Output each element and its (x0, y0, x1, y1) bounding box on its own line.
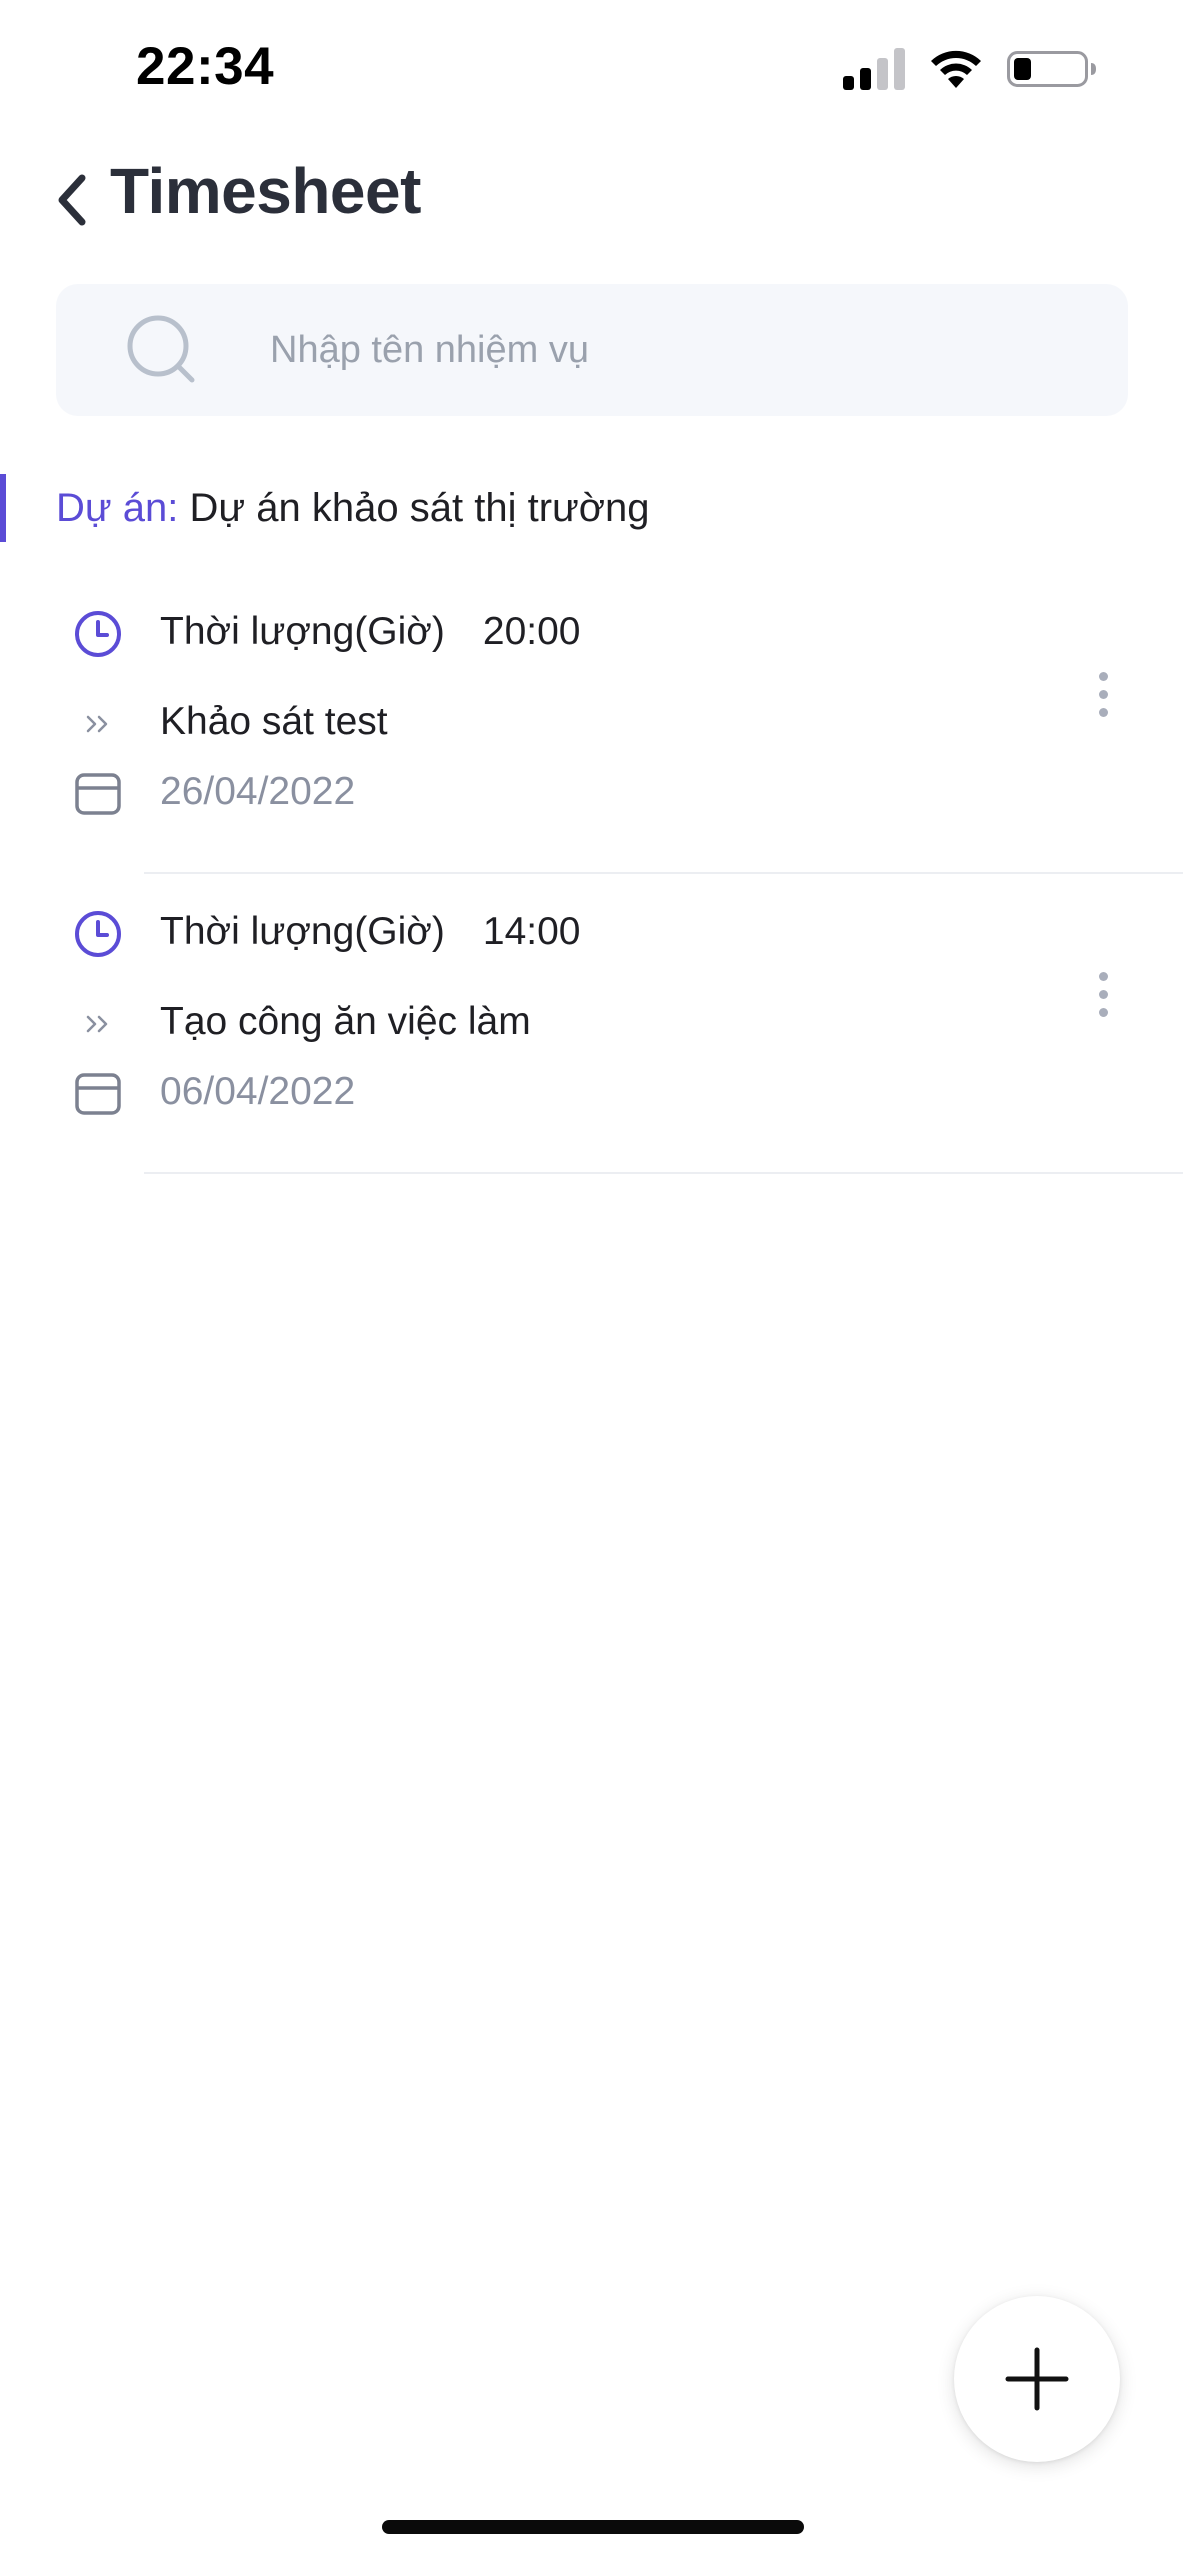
double-chevron-right-icon (72, 998, 124, 1050)
project-name: Dự án khảo sát thị trường (189, 486, 650, 530)
task-name: Khảo sát test (160, 700, 388, 743)
search-box (56, 284, 1128, 416)
status-bar: 22:34 (0, 0, 1183, 140)
clock-icon (72, 608, 124, 660)
double-chevron-right-icon (72, 698, 124, 750)
duration-value: 20:00 (482, 610, 581, 653)
entry-date: 26/04/2022 (160, 770, 356, 813)
plus-icon (1005, 2347, 1069, 2411)
clock-icon (72, 908, 124, 960)
divider (144, 1172, 1183, 1174)
battery-icon (1007, 51, 1096, 87)
entry-task-row: Tạo công ăn việc làm (0, 992, 1000, 1052)
timesheet-list: Thời lượng(Giờ) 20:00 Khảo sát test 26/04… (0, 574, 1183, 1174)
status-time: 22:34 (136, 37, 275, 96)
more-options-button[interactable] (1083, 644, 1123, 744)
timesheet-entry[interactable]: Thời lượng(Giờ) 14:00 Tạo công ăn việc là… (0, 874, 1183, 1174)
timesheet-entry[interactable]: Thời lượng(Giờ) 20:00 Khảo sát test 26/04… (0, 574, 1183, 874)
entry-duration-row: Thời lượng(Giờ) 14:00 (0, 902, 1000, 962)
cellular-signal-icon (843, 48, 905, 90)
back-button[interactable] (44, 162, 100, 238)
home-indicator (382, 2520, 804, 2534)
entry-task-row: Khảo sát test (0, 692, 1000, 752)
more-vertical-icon (1098, 671, 1108, 681)
chevron-left-icon (58, 174, 86, 226)
search-input[interactable] (270, 284, 1090, 416)
project-label: Dự án: (56, 486, 179, 530)
entry-duration-row: Thời lượng(Giờ) 20:00 (0, 602, 1000, 662)
duration-label: Thời lượng(Giờ) (160, 610, 445, 653)
duration-label: Thời lượng(Giờ) (160, 910, 445, 953)
entry-date: 06/04/2022 (160, 1070, 356, 1113)
wifi-icon (931, 50, 981, 88)
task-name: Tạo công ăn việc làm (160, 1000, 531, 1043)
page-title: Timesheet (110, 155, 421, 227)
project-text: Dự án: Dự án khảo sát thị trường (56, 482, 650, 534)
header: Timesheet (0, 140, 1183, 260)
calendar-icon (72, 768, 124, 820)
more-vertical-icon (1098, 971, 1108, 981)
calendar-icon (72, 1068, 124, 1120)
entry-date-row: 06/04/2022 (0, 1062, 1000, 1122)
entry-date-row: 26/04/2022 (0, 762, 1000, 822)
search-icon (127, 315, 195, 383)
project-header: Dự án: Dự án khảo sát thị trường (0, 474, 1183, 542)
duration-value: 14:00 (482, 910, 581, 953)
project-accent-bar (0, 474, 6, 542)
more-options-button[interactable] (1083, 944, 1123, 1044)
status-icons (843, 44, 1097, 94)
add-timesheet-button[interactable] (954, 2296, 1120, 2462)
